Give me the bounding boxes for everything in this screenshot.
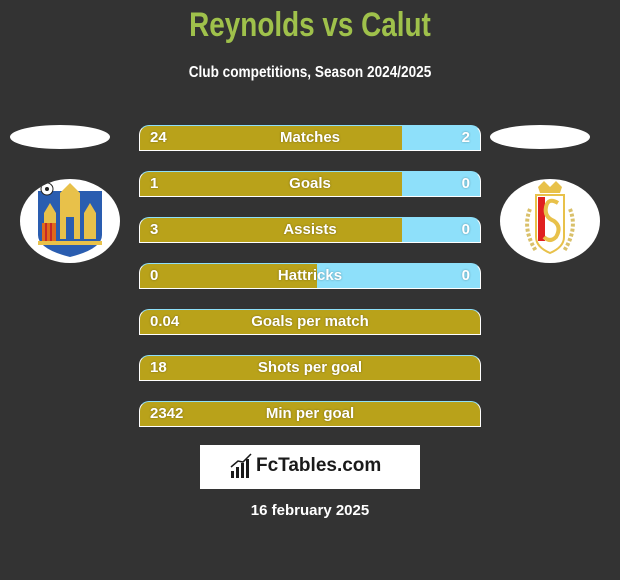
competition-subtitle: Club competitions, Season 2024/2025	[188, 64, 432, 81]
stat-row-goals: 1 Goals 0	[139, 171, 481, 197]
stat-row-assists: 3 Assists 0	[139, 217, 481, 243]
brand-name: FcTables.com	[256, 455, 382, 476]
stat-label: Goals	[289, 175, 331, 192]
stat-label: Shots per goal	[257, 359, 363, 376]
stat-label: Assists	[283, 221, 337, 238]
comparison-bar: 18 Shots per goal	[139, 355, 481, 381]
right-team-logo[interactable]	[500, 179, 600, 263]
stat-row-matches: 24 Matches 2	[139, 125, 481, 151]
date-label: 16 february 2025	[250, 502, 370, 519]
stat-row-goals-per-match: 0.04 Goals per match	[139, 309, 481, 335]
right-team-name-placeholder	[490, 125, 590, 149]
stat-label: Hattricks	[277, 267, 343, 284]
stat-row-hattricks: 0 Hattricks 0	[139, 263, 481, 289]
right-value: 0	[461, 175, 470, 192]
comparison-bar: 24 Matches 2	[139, 125, 481, 151]
left-team-logo[interactable]	[20, 179, 120, 263]
stat-row-min-per-goal: 2342 Min per goal	[139, 401, 481, 427]
comparison-bar: 2342 Min per goal	[139, 401, 481, 427]
stat-label: Matches	[279, 129, 341, 146]
page-title: Reynolds vs Calut	[189, 6, 431, 44]
stat-row-shots-per-goal: 18 Shots per goal	[139, 355, 481, 381]
comparison-bar: 0 Hattricks 0	[139, 263, 481, 289]
bar-chart-icon	[230, 453, 252, 478]
stat-label: Min per goal	[265, 405, 355, 422]
standard-liege-crest-icon	[525, 181, 575, 255]
comparison-bar: 0.04 Goals per match	[139, 309, 481, 335]
stat-label: Goals per match	[251, 313, 369, 330]
fctables-brand-link[interactable]: FcTables.com	[200, 445, 420, 489]
westerlo-crest-icon	[38, 182, 102, 257]
right-value: 2	[461, 129, 470, 146]
comparison-bar: 3 Assists 0	[139, 217, 481, 243]
right-value: 0	[461, 221, 470, 238]
comparison-bar: 1 Goals 0	[139, 171, 481, 197]
right-value: 0	[461, 267, 470, 284]
left-team-name-placeholder	[10, 125, 110, 149]
